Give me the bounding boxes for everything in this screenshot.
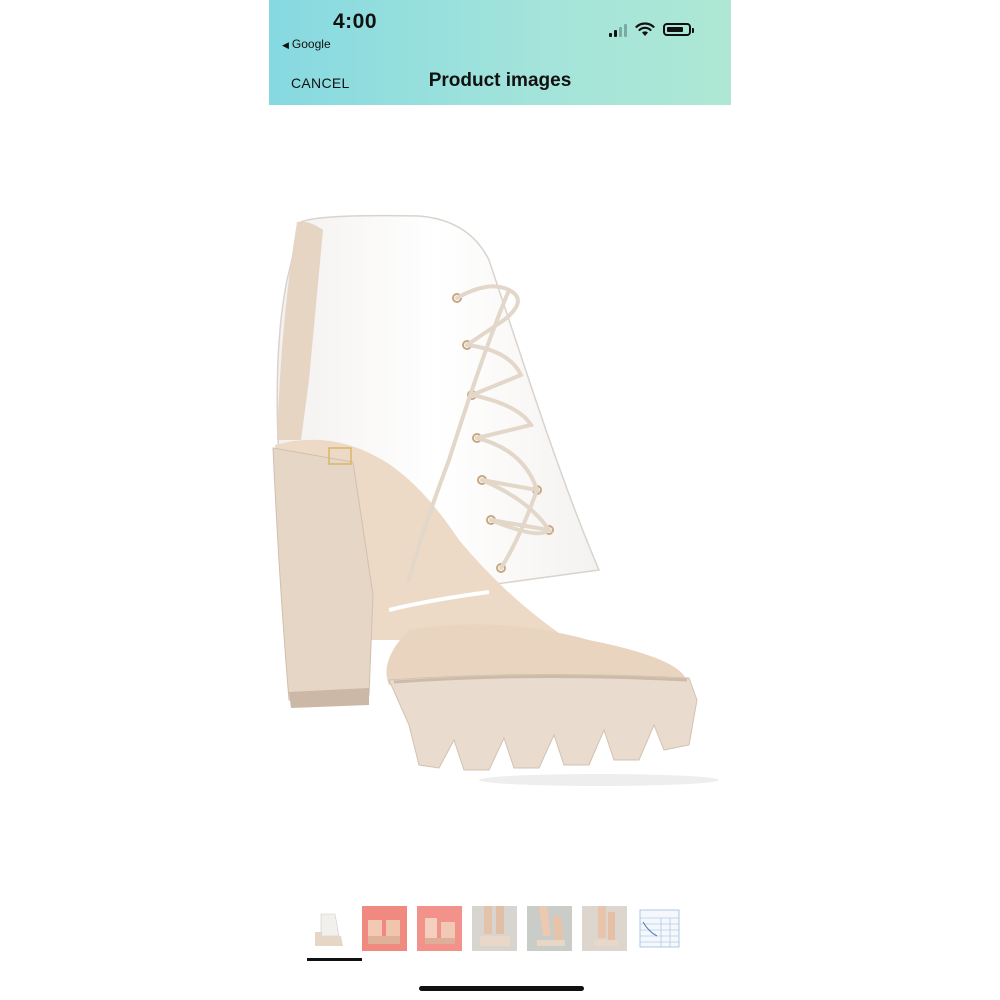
thumbnail-size-chart[interactable] [637, 906, 682, 951]
thumbnail-strip [307, 906, 682, 951]
thumbnail-2[interactable] [362, 906, 407, 951]
wifi-icon [635, 22, 655, 36]
status-time: 4:00 [333, 10, 378, 33]
status-icons [609, 22, 694, 37]
thumbnail-6[interactable] [582, 906, 627, 951]
thumbnail-3[interactable] [417, 906, 462, 951]
thumbnail-4[interactable] [472, 906, 517, 951]
back-app-label: Google [291, 37, 331, 51]
back-to-app-link[interactable]: ◀ Google [282, 37, 331, 51]
thumbnail-1[interactable] [307, 906, 352, 951]
selected-thumbnail-indicator [307, 958, 362, 961]
back-triangle-icon: ◀ [282, 40, 289, 50]
page-title: Product images [428, 70, 572, 91]
header-bar: 4:00 ◀ Google CANCEL Product images [269, 0, 731, 105]
thumbnail-5[interactable] [527, 906, 572, 951]
battery-icon [663, 23, 694, 36]
product-image[interactable] [269, 200, 731, 800]
cellular-signal-icon [609, 23, 627, 37]
home-indicator[interactable] [419, 986, 584, 991]
phone-screen: 4:00 ◀ Google CANCEL Product images [269, 0, 731, 1000]
